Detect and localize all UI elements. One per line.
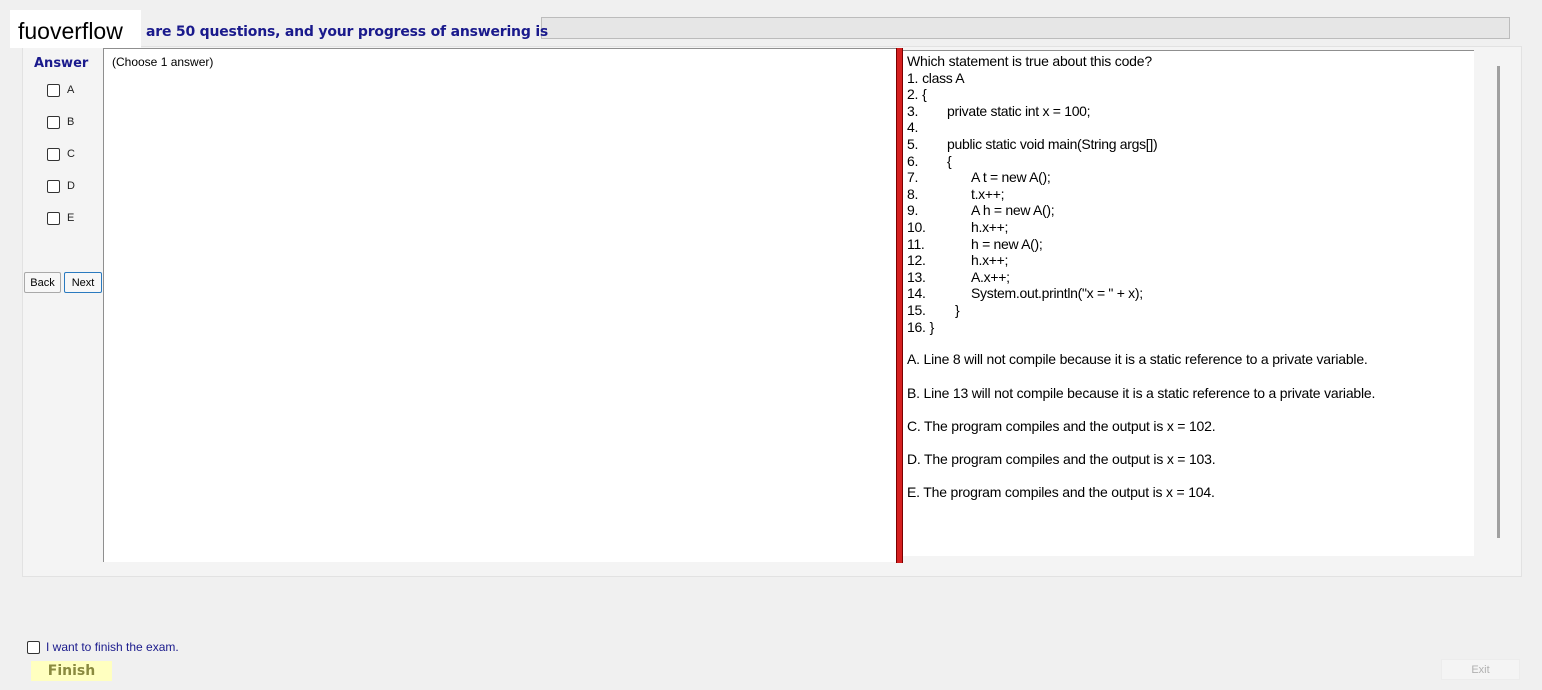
code-line-text: A.x++; [971,268,1010,285]
code-line-number: 8. [907,185,919,202]
checkbox[interactable] [47,179,60,193]
pane-splitter[interactable] [896,48,903,563]
checkbox[interactable] [47,147,60,161]
code-line: 2.{ [907,86,1474,103]
choice-e: E. The program compiles and the output i… [907,484,1215,500]
code-line-text: A t = new A(); [971,169,1051,186]
choice-d: D. The program compiles and the output i… [907,451,1216,467]
choice-c: C. The program compiles and the output i… [907,418,1216,434]
code-line: 5. public static void main(String args[]) [907,136,1474,153]
question-pane: Which statement is true about this code?… [903,50,1474,556]
code-line-number: 2. [907,86,919,103]
code-line: 12. h.x++; [907,252,1474,269]
code-line-text: A h = new A(); [971,202,1055,219]
progress-text: are 50 questions, and your progress of a… [146,24,549,40]
code-line-text: public static void main(String args[]) [947,135,1158,152]
answer-title: Answer [34,56,89,71]
code-line-number: 15. [907,301,926,318]
question-scrollbar[interactable] [1497,66,1500,538]
code-line-text: } [929,318,935,335]
code-line-text: t.x++; [971,185,1005,202]
answer-option-label: C [67,148,75,160]
finish-exam-checkbox[interactable]: I want to finish the exam. [27,640,179,654]
answer-option-label: D [67,180,75,192]
checkbox[interactable] [47,211,60,225]
finish-exam-label: I want to finish the exam. [46,640,179,654]
answer-option-label: E [67,212,75,224]
code-line-text: { [947,152,952,169]
code-line-number: 14. [907,285,926,302]
code-line-text: h.x++; [971,252,1009,269]
answer-option-e[interactable]: E [47,211,74,225]
code-line: 6. { [907,153,1474,170]
answer-option-b[interactable]: B [47,115,74,129]
code-line: 13. A.x++; [907,269,1474,286]
answer-pane: (Choose 1 answer) [103,48,896,562]
code-line-number: 4. [907,119,919,136]
code-line: 1. class A [907,70,1474,87]
finish-button[interactable]: Finish [31,661,112,681]
answer-option-c[interactable]: C [47,147,75,161]
code-line-number: 16. [907,318,926,335]
code-line: 4. [907,119,1474,136]
choice-a: A. Line 8 will not compile because it is… [907,351,1368,367]
code-line: 15.} [907,302,1474,319]
logo: fuoverflow [10,10,141,48]
answer-option-label: A [67,84,75,96]
checkbox[interactable] [47,83,60,97]
code-line-text: { [922,86,927,103]
code-line: 7. A t = new A(); [907,169,1474,186]
code-line: 10. h.x++; [907,219,1474,236]
code-line-number: 1. [907,69,919,86]
code-line-text: } [955,301,960,318]
answer-option-a[interactable]: A [47,83,74,97]
code-line-number: 13. [907,268,926,285]
code-line-text: private static int x = 100; [947,102,1091,119]
checkbox[interactable] [47,115,60,129]
progress-bar [541,17,1510,39]
code-line: 9. A h = new A(); [907,202,1474,219]
code-line-text: System.out.println("x = " + x); [971,285,1143,302]
code-line-number: 9. [907,202,919,219]
question-prompt: Which statement is true about this code? [907,53,1152,69]
exit-button[interactable]: Exit [1441,659,1520,680]
code-line-number: 10. [907,218,926,235]
code-line-number: 7. [907,169,919,186]
code-line: 14. System.out.println("x = " + x); [907,285,1474,302]
choice-b: B. Line 13 will not compile because it i… [907,385,1376,401]
code-line: 16.} [907,319,1474,336]
code-line-text: class A [922,69,965,86]
code-line-number: 12. [907,252,926,269]
next-button[interactable]: Next [64,272,102,293]
code-line-number: 5. [907,135,919,152]
code-line-text: h.x++; [971,218,1009,235]
code-line-number: 11. [907,235,925,252]
answer-option-d[interactable]: D [47,179,75,193]
code-line-number: 6. [907,152,919,169]
code-line-number: 3. [907,102,919,119]
answer-option-label: B [67,116,75,128]
code-line: 3. private static int x = 100; [907,103,1474,120]
code-line: 8. t.x++; [907,186,1474,203]
code-line-text: h = new A(); [971,235,1043,252]
checkbox[interactable] [27,640,40,654]
code-line: 11. h = new A(); [907,236,1474,253]
choose-hint: (Choose 1 answer) [112,55,214,69]
back-button[interactable]: Back [24,272,61,293]
